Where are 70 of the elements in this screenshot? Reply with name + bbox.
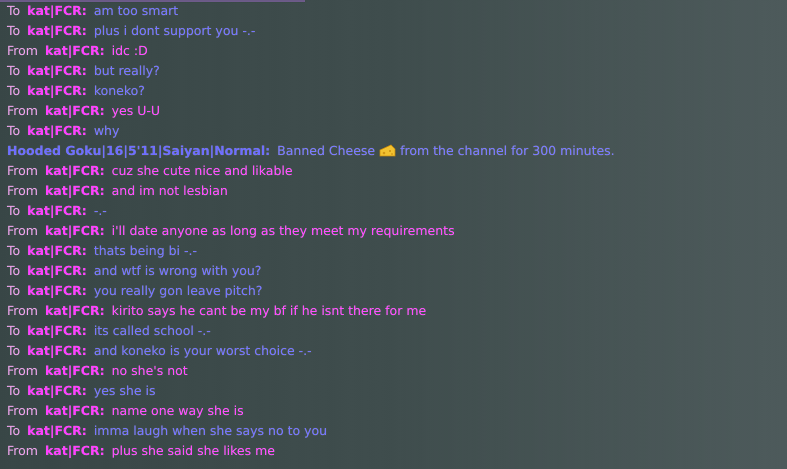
sender-name: kat|FCR: [27,82,87,98]
sender-name: kat|FCR: [27,202,87,218]
direction-label: From [7,42,38,58]
message-text: i'll date anyone as long as they meet my requirements [112,222,455,238]
direction-label: From [7,402,38,418]
sender-name: kat|FCR: [44,42,105,58]
message-text: koneko? [94,82,145,98]
direction-label: From [7,442,38,458]
message-text: yes U-U [112,102,160,118]
message-text: thats being bi -.- [94,242,197,258]
direction-label: From [7,362,38,378]
message-text: but really? [94,62,160,78]
sender-name: kat|FCR: [44,362,105,378]
sender-name: kat|FCR: [27,382,87,398]
direction-label: From [7,182,38,198]
sender-name: kat|FCR: [44,442,105,458]
sender-name: kat|FCR: [27,122,87,138]
sender-name: kat|FCR: [44,402,105,418]
direction-label: To [7,242,20,258]
sender-name: kat|FCR: [27,22,87,38]
sender-name: kat|FCR: [27,62,87,78]
direction-label: To [7,262,20,278]
message-text: its called school -.- [94,322,211,338]
message-text: Banned Cheese [277,142,376,158]
direction-label: From [7,222,38,238]
direction-label: To [7,382,20,398]
message-text: yes she is [94,382,156,398]
message-text: plus i dont support you -.- [94,22,256,38]
sender-name: kat|FCR: [27,422,87,438]
direction-label: To [7,2,20,18]
direction-label: From [7,302,38,318]
message-text: am too smart [94,2,178,18]
direction-label: To [7,22,20,38]
message-text: you really gon leave pitch? [94,282,262,298]
message-text: from the channel for 300 minutes. [400,142,615,158]
direction-label: To [7,122,20,138]
sender-name: kat|FCR: [44,302,105,318]
sender-name: kat|FCR: [27,2,87,18]
sender-name: kat|FCR: [27,282,87,298]
message-text: plus she said she likes me [112,442,275,458]
message-text: and im not lesbian [112,182,228,198]
sender-name: kat|FCR: [27,242,87,258]
direction-label: To [7,422,20,438]
sender-name: kat|FCR: [44,222,105,238]
direction-label: To [7,202,20,218]
sender-name: kat|FCR: [44,162,105,178]
direction-label: To [7,282,20,298]
message-text: imma laugh when she says no to you [94,422,328,438]
message-text: no she's not [112,362,188,378]
message-text: and wtf is wrong with you? [94,262,262,278]
direction-label: To [7,322,20,338]
sender-name: kat|FCR: [27,322,87,338]
message-text: and koneko is your worst choice -.- [94,342,312,358]
message-text: name one way she is [112,402,244,418]
sender-name: kat|FCR: [27,342,87,358]
direction-label: To [7,62,20,78]
sender-name: kat|FCR: [44,182,105,198]
sender-name: kat|FCR: [27,262,87,278]
message-text: kirito says he cant be my bf if he isnt there for me [112,302,426,318]
direction-label: To [7,342,20,358]
sender-name: kat|FCR: [44,102,105,118]
direction-label: From [7,162,38,178]
cheese-icon [379,144,396,156]
sender-name: Hooded Goku|16|5'11|Saiyan|Normal: [7,142,270,158]
direction-label: To [7,82,20,98]
message-text: why [94,122,120,138]
direction-label: From [7,102,38,118]
message-text: cuz she cute nice and likable [112,162,293,178]
message-text: idc :D [112,42,148,58]
message-text: -.- [94,202,107,218]
